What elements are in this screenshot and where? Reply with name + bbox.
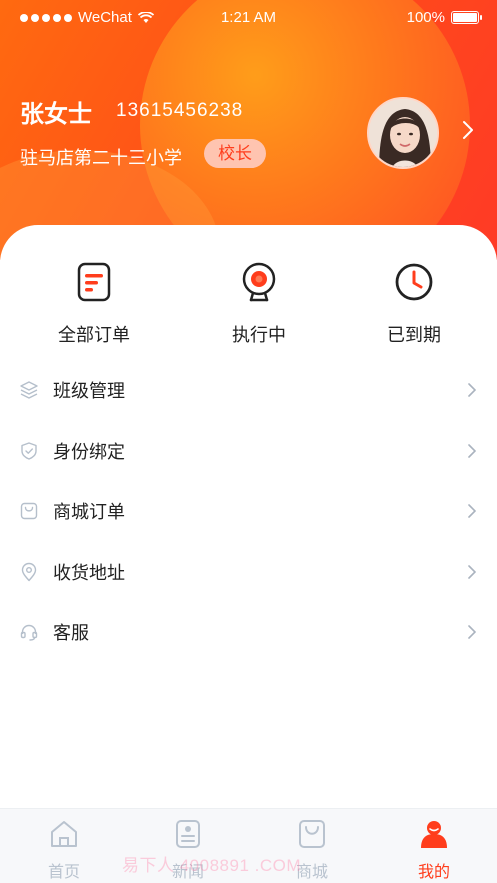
quick-action-label: 全部订单 — [58, 325, 130, 345]
order-list-icon — [77, 262, 111, 302]
quick-action-all-orders[interactable]: 全部订单 — [19, 262, 169, 347]
menu-item-customer-service[interactable]: 客服 — [0, 602, 497, 662]
user-school: 驻马店第二十三小学 — [20, 148, 182, 168]
tab-label: 首页 — [47, 864, 80, 881]
menu-item-label: 班级管理 — [53, 381, 125, 401]
tab-label: 我的 — [417, 864, 450, 881]
menu-item-mall-orders[interactable]: 商城订单 — [0, 481, 497, 541]
chevron-right-icon — [468, 383, 476, 397]
menu-item-shipping-address[interactable]: 收货地址 — [0, 542, 497, 602]
headset-icon — [20, 624, 38, 641]
chevron-right-icon — [468, 444, 476, 458]
battery-icon — [451, 11, 482, 24]
tab-mine[interactable]: 我的 — [389, 819, 479, 882]
chevron-right-icon — [468, 625, 476, 639]
menu-item-identity-binding[interactable]: 身份绑定 — [0, 421, 497, 481]
shopping-bag-icon — [20, 502, 38, 520]
shield-check-icon — [21, 442, 37, 460]
menu-item-class-management[interactable]: 班级管理 — [0, 360, 497, 420]
quick-action-label: 执行中 — [232, 325, 286, 345]
location-pin-icon — [21, 562, 37, 582]
user-icon — [421, 821, 447, 848]
layers-icon — [20, 381, 38, 399]
role-badge: 校长 — [204, 139, 266, 168]
user-phone: 13615456238 — [116, 100, 244, 121]
quick-action-expired[interactable]: 已到期 — [339, 262, 489, 347]
home-icon — [51, 821, 77, 847]
status-bar: WeChat 1:21 AM 100% — [0, 0, 497, 34]
battery-status: 100% — [406, 9, 482, 26]
news-icon — [176, 820, 200, 848]
battery-percent: 100% — [406, 9, 445, 26]
menu-item-label: 客服 — [53, 623, 89, 643]
avatar[interactable] — [367, 97, 439, 169]
tab-home[interactable]: 首页 — [19, 819, 109, 882]
quick-action-in-progress[interactable]: 执行中 — [184, 262, 334, 347]
chevron-right-icon — [468, 565, 476, 579]
clock-icon — [395, 263, 433, 301]
menu-item-label: 身份绑定 — [53, 442, 125, 462]
menu-item-label: 商城订单 — [53, 502, 125, 522]
user-name: 张女士 — [20, 101, 92, 128]
watermark-text: 易下人 4008891 .COM — [122, 856, 302, 875]
chevron-right-icon[interactable] — [462, 120, 474, 140]
quick-action-label: 已到期 — [387, 325, 441, 345]
chevron-right-icon — [468, 504, 476, 518]
camera-icon — [242, 262, 276, 302]
menu-item-label: 收货地址 — [53, 563, 125, 583]
shop-bag-icon — [299, 820, 325, 848]
